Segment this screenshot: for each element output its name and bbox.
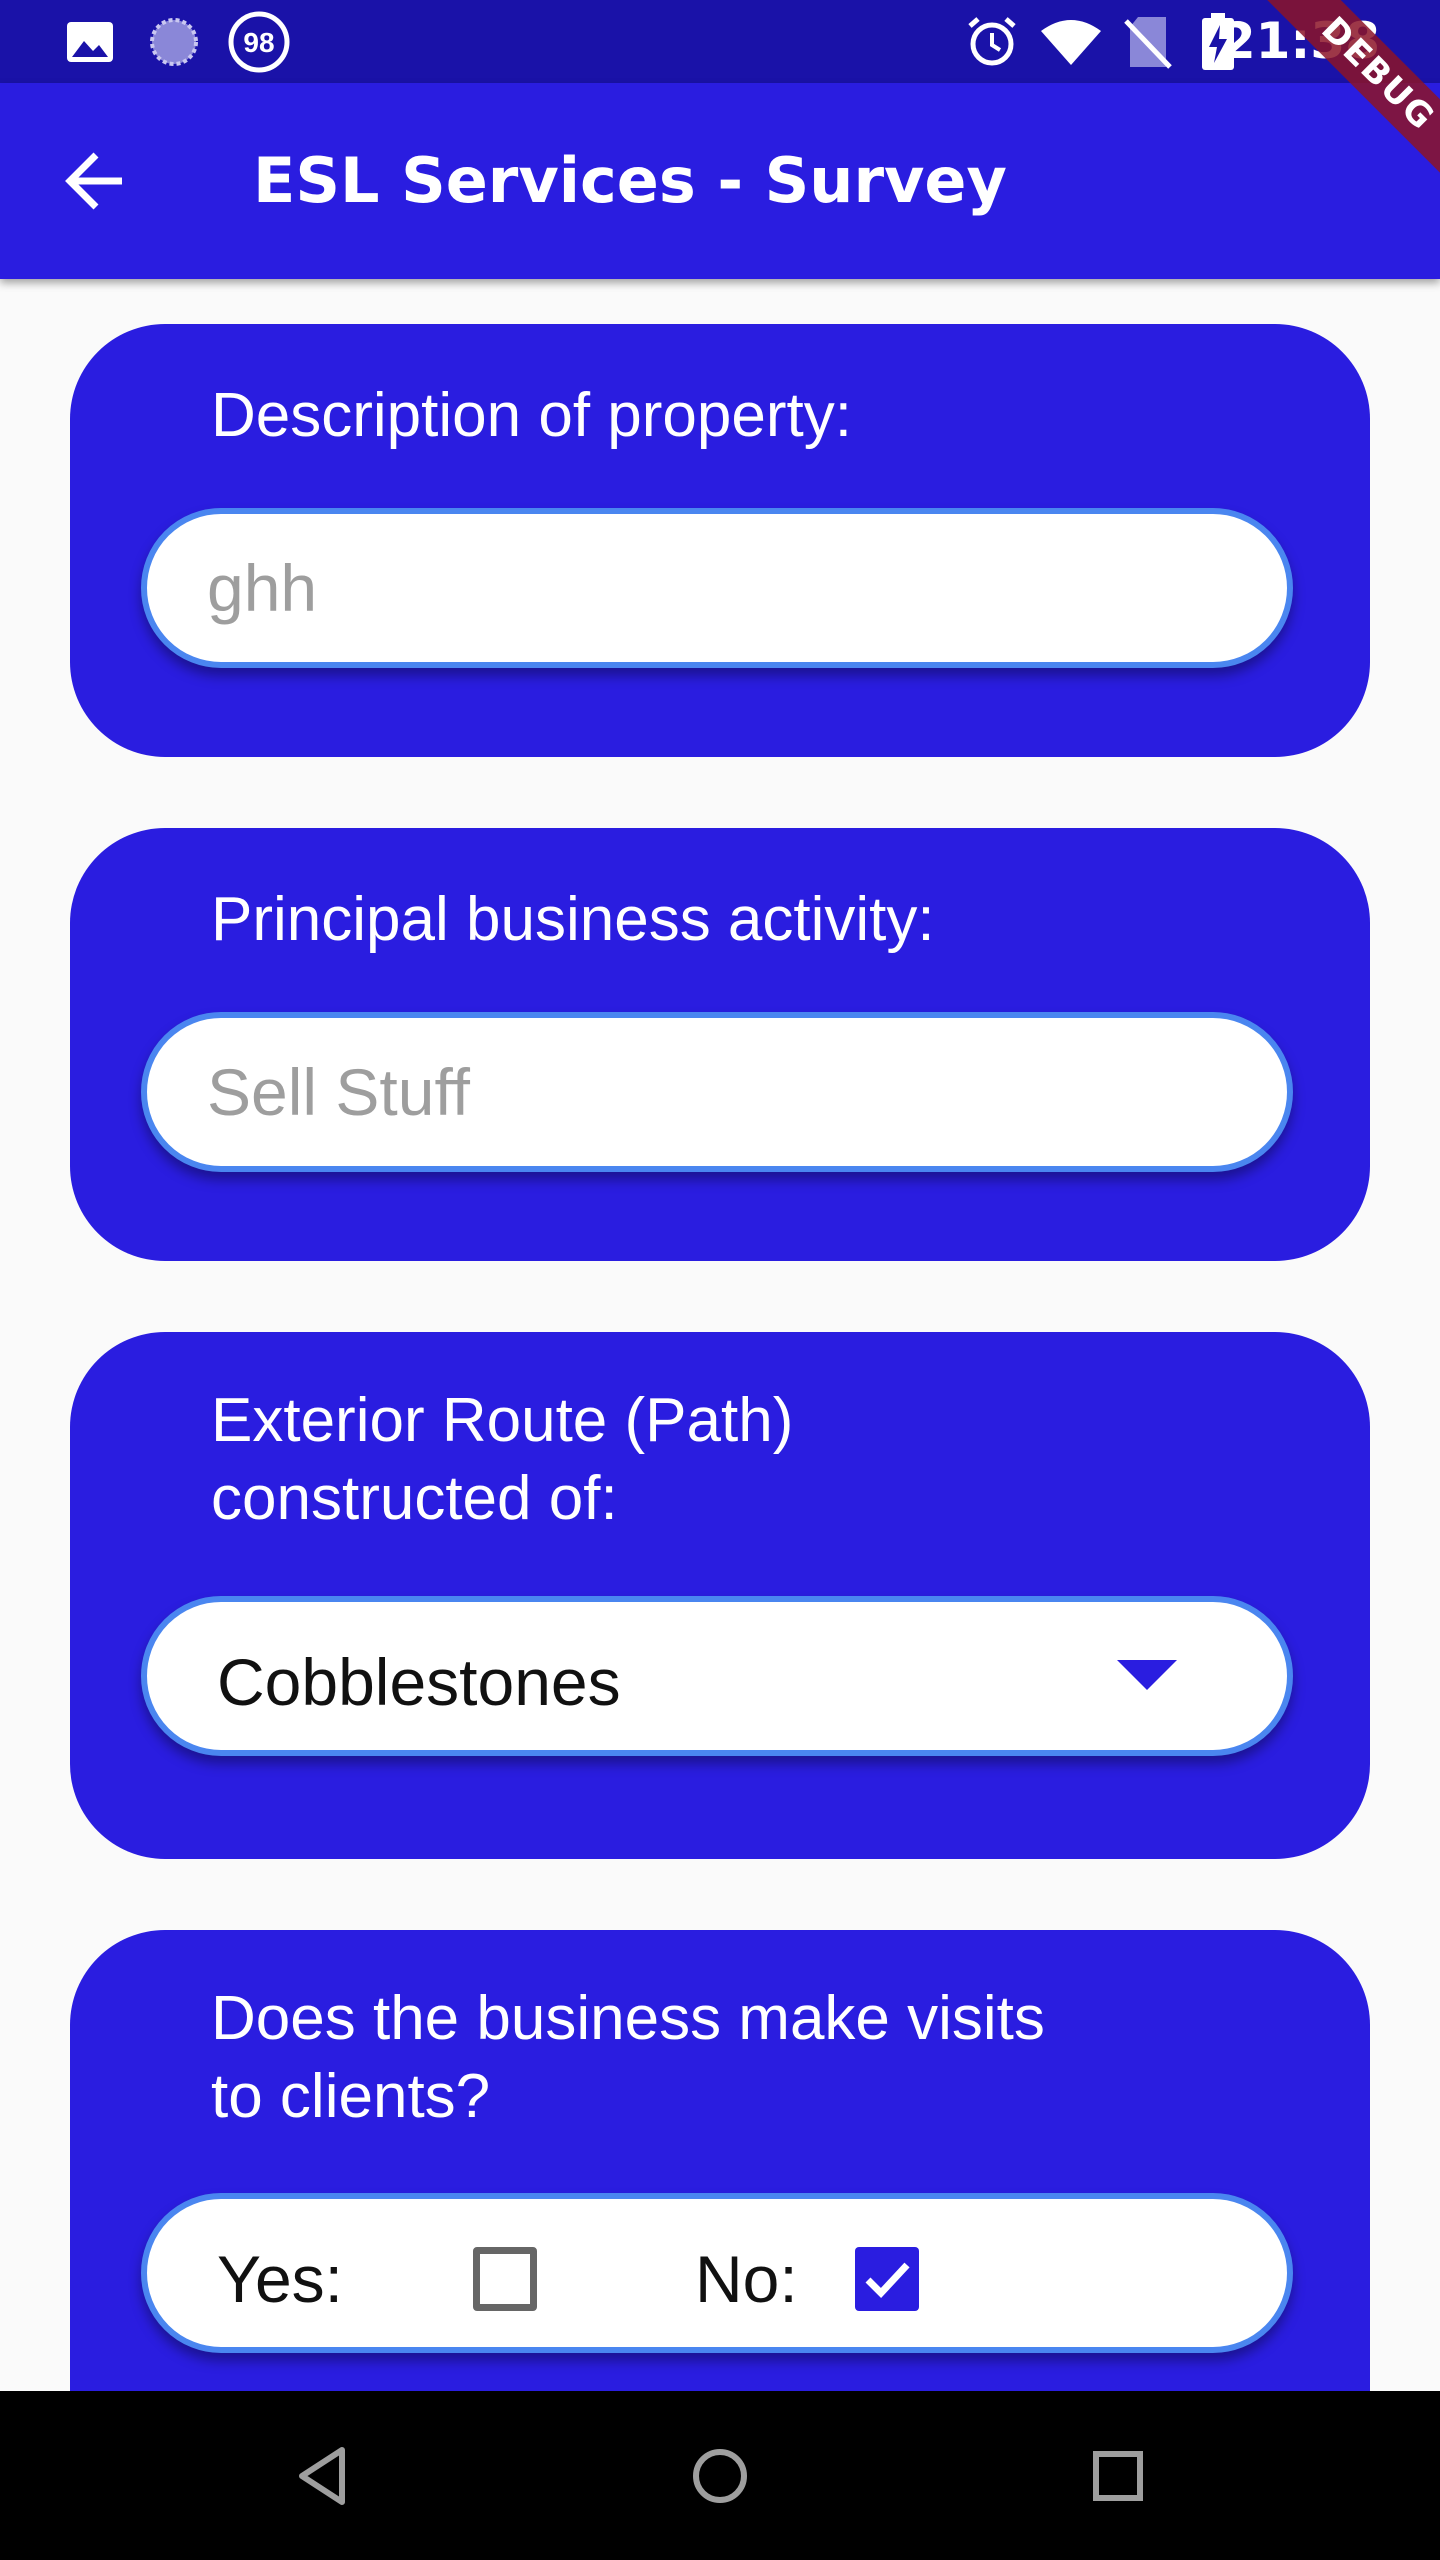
- exterior-route-label: Exterior Route (Path) constructed of:: [211, 1382, 793, 1538]
- app-bar: ESL Services - Survey: [0, 83, 1440, 279]
- survey-form[interactable]: Description of property: Principal busin…: [0, 279, 1440, 2391]
- back-button[interactable]: [48, 133, 144, 229]
- exterior-route-dropdown[interactable]: Cobblestones: [141, 1596, 1293, 1756]
- client-visits-card: Does the business make visits to clients…: [70, 1930, 1370, 2391]
- business-activity-label: Principal business activity:: [211, 885, 935, 954]
- client-visits-options: Yes: No:: [141, 2193, 1293, 2353]
- description-field[interactable]: [141, 508, 1293, 668]
- description-label: Description of property:: [211, 381, 852, 450]
- yes-checkbox[interactable]: [473, 2247, 537, 2311]
- description-input[interactable]: [207, 514, 1207, 662]
- nav-back-button[interactable]: [252, 2391, 392, 2560]
- badge-text: 98: [243, 27, 274, 58]
- dropdown-selected-value: Cobblestones: [217, 1645, 621, 1719]
- business-activity-field[interactable]: [141, 1012, 1293, 1172]
- nav-home-button[interactable]: [650, 2391, 790, 2560]
- business-activity-input[interactable]: [207, 1018, 1207, 1166]
- page-title: ESL Services - Survey: [253, 144, 1007, 217]
- alarm-icon: [962, 0, 1022, 83]
- status-bar: 98 21:38: [0, 0, 1440, 83]
- no-sim-icon: [1120, 0, 1176, 83]
- checkmark-icon: [865, 2262, 910, 2299]
- arrow-back-icon: [65, 152, 122, 210]
- status-time: 21:38: [1220, 12, 1380, 70]
- image-icon: [62, 0, 118, 83]
- wifi-icon: [1036, 0, 1106, 83]
- exterior-route-label-line2: constructed of:: [211, 1464, 618, 1533]
- client-visits-label-line1: Does the business make visits: [211, 1984, 1045, 2053]
- recents-square-icon: [1093, 2450, 1143, 2501]
- exterior-route-card: Exterior Route (Path) constructed of: Co…: [70, 1332, 1370, 1859]
- business-activity-card: Principal business activity:: [70, 828, 1370, 1261]
- description-card: Description of property:: [70, 324, 1370, 757]
- home-circle-icon: [693, 2448, 747, 2503]
- sync-progress-icon: [146, 0, 202, 83]
- system-nav-bar: [0, 2391, 1440, 2560]
- badge-98-icon: 98: [226, 0, 292, 83]
- nav-recents-button[interactable]: [1048, 2391, 1188, 2560]
- no-checkbox[interactable]: [855, 2247, 919, 2311]
- yes-label: Yes:: [217, 2242, 344, 2316]
- no-label: No:: [695, 2242, 798, 2316]
- dropdown-arrow-icon[interactable]: [1117, 1660, 1177, 1690]
- exterior-route-label-line1: Exterior Route (Path): [211, 1386, 794, 1455]
- client-visits-label-line2: to clients?: [211, 2062, 491, 2131]
- back-triangle-icon: [299, 2446, 345, 2505]
- client-visits-label: Does the business make visits to clients…: [211, 1980, 1045, 2136]
